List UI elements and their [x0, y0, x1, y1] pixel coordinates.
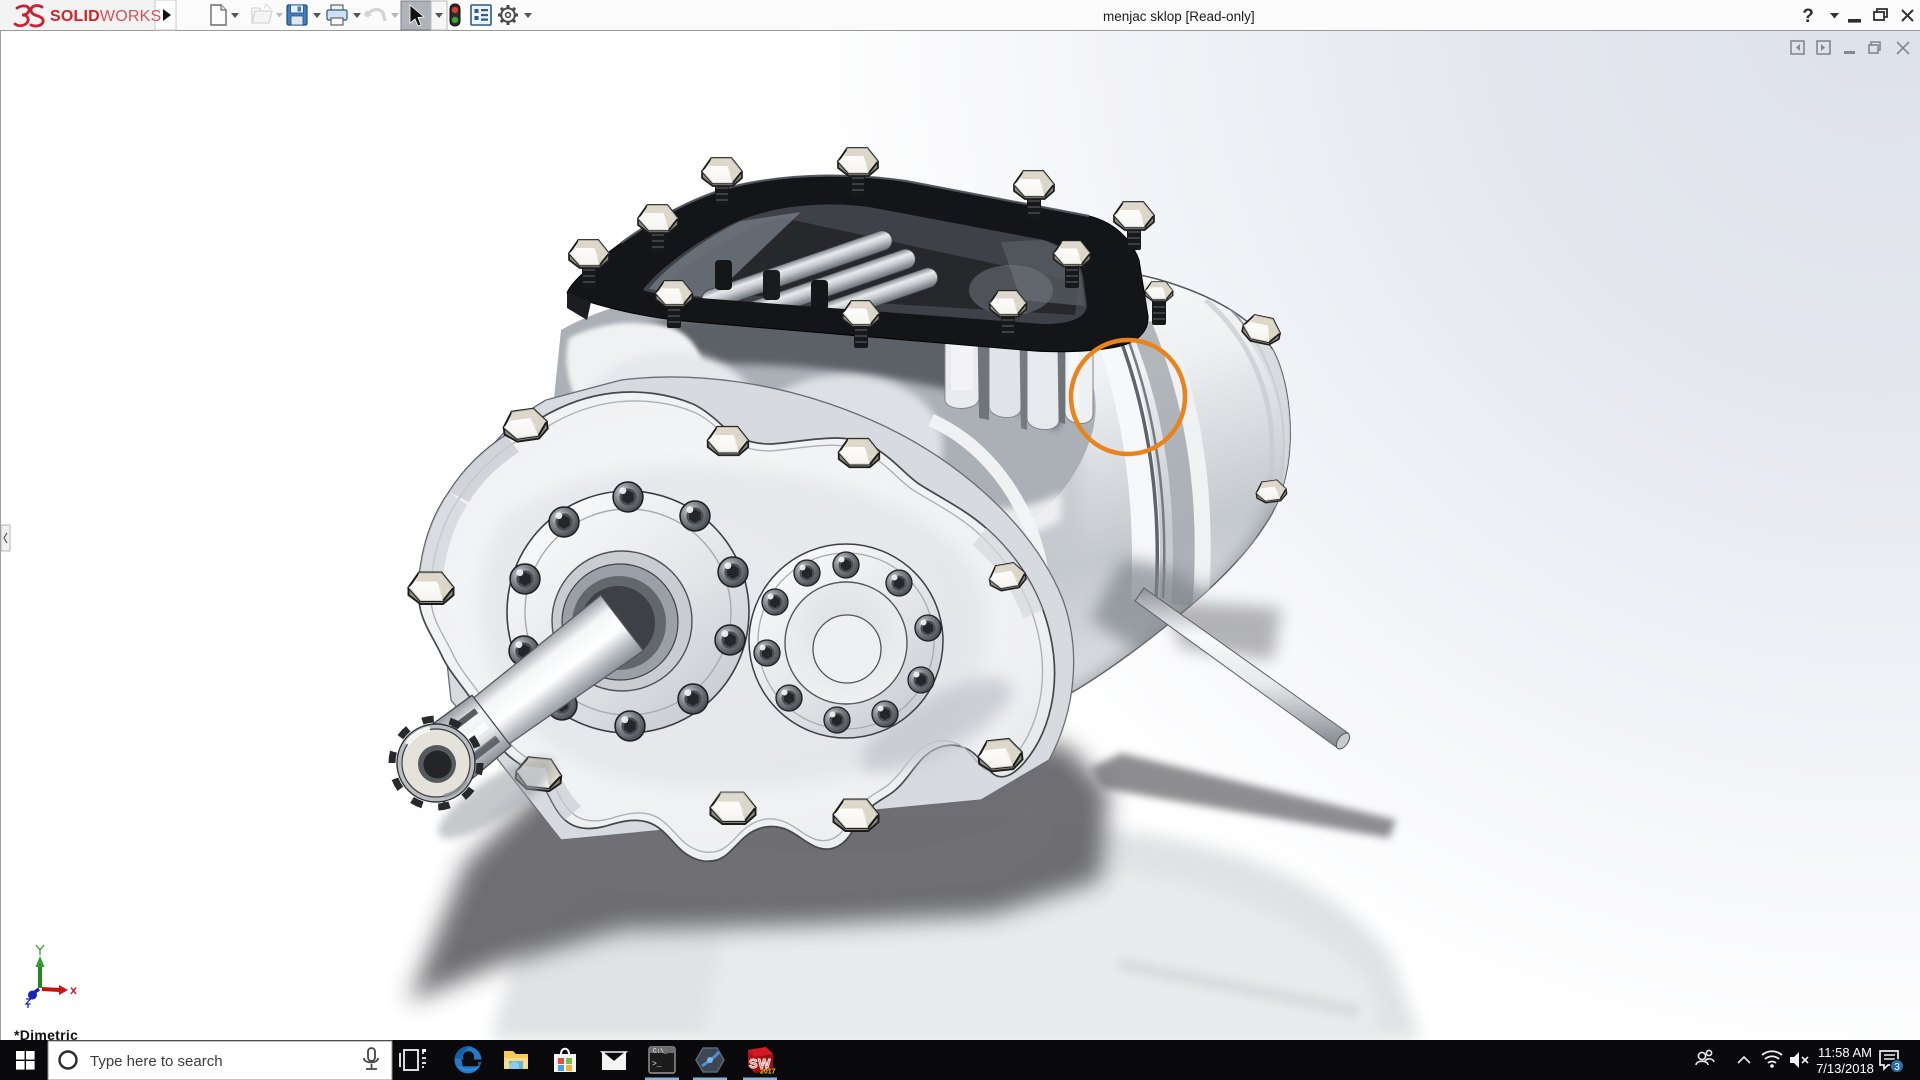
svg-text:11:58 AM: 11:58 AM	[1818, 1045, 1872, 1060]
svg-text:3: 3	[1894, 1062, 1900, 1073]
svg-text:2017: 2017	[760, 1069, 776, 1076]
svg-text:C:\_: C:\_	[653, 1048, 668, 1055]
svg-text:>_: >_	[652, 1060, 662, 1069]
svg-text:?: ?	[1802, 6, 1814, 27]
svg-text:Type here to search: Type here to search	[90, 1053, 223, 1070]
svg-text:7/13/2018: 7/13/2018	[1816, 1061, 1874, 1076]
svg-text:SOLIDWORKS: SOLIDWORKS	[50, 8, 161, 25]
